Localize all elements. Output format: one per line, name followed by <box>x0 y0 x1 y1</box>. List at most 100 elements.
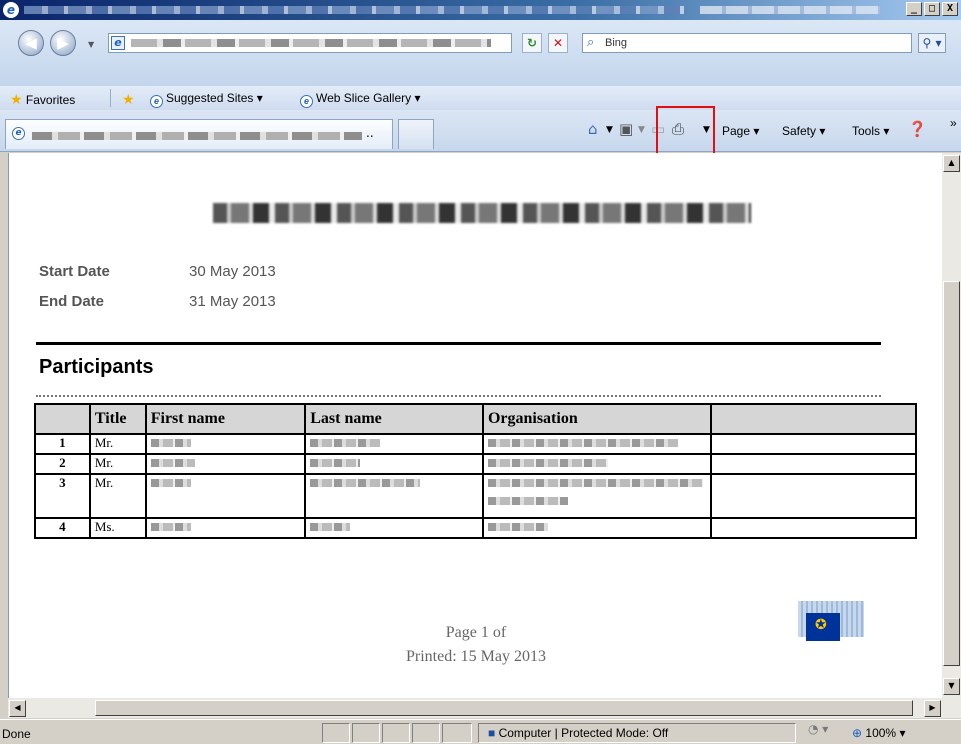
favorite-item-label: Suggested Sites ▾ <box>166 91 263 105</box>
divider <box>110 89 111 107</box>
section-title: Participants <box>39 356 154 378</box>
start-date-label: Start Date <box>39 263 110 280</box>
status-panel <box>322 723 350 743</box>
status-panel <box>412 723 440 743</box>
table-row: 3 Mr. <box>34 474 918 519</box>
feeds-icon[interactable]: ▣ <box>619 120 633 138</box>
row-title: Mr. <box>88 434 147 455</box>
favorites-label: Favorites <box>25 93 76 107</box>
favorites-star-icon: ★ <box>10 91 23 107</box>
minimize-button[interactable]: _ <box>906 2 922 16</box>
safety-menu[interactable]: Safety ▾ <box>782 124 825 138</box>
add-favorite-icon[interactable]: ★ <box>122 91 135 108</box>
page-menu[interactable]: Page ▾ <box>722 124 759 138</box>
favorite-item-web-slice-gallery[interactable]: e Web Slice Gallery ▾ <box>300 91 421 108</box>
last-name-redacted <box>304 454 484 475</box>
organisation-redacted <box>481 474 712 519</box>
search-placeholder: Bing <box>605 37 628 49</box>
url-redacted <box>131 39 491 47</box>
tab-ellipsis: .. <box>366 126 374 140</box>
search-icon: ⌕ <box>587 35 595 50</box>
vertical-scrollbar[interactable]: ▲ ▼ <box>942 153 961 698</box>
window-title-app-redacted <box>700 6 880 14</box>
zoom-icon: ⊕ <box>852 726 863 740</box>
ie-icon: e <box>12 127 25 140</box>
maximize-button[interactable]: □ <box>924 2 940 16</box>
scroll-right-icon[interactable]: ▶ <box>924 700 941 717</box>
address-toolbar: ◀ ▶ ▼ e ▼ ↻ ✕ ⌕ Bing ⚲ ▾ <box>0 20 961 86</box>
favorites-bar: ★ Favorites ★ e Suggested Sites ▾ e Web Sl… <box>0 86 961 110</box>
scroll-left-icon[interactable]: ◀ <box>9 700 26 717</box>
window-title-redacted <box>24 6 684 14</box>
table-row: 1 Mr. <box>34 434 918 455</box>
help-icon[interactable]: ❓ <box>908 120 927 138</box>
start-date-value: 30 May 2013 <box>189 263 276 280</box>
stop-icon[interactable]: ✕ <box>548 33 568 53</box>
scroll-down-icon[interactable]: ▼ <box>943 678 960 695</box>
status-panel <box>382 723 410 743</box>
participants-table: Title First name Last name Organisation … <box>34 403 918 539</box>
extra-cell <box>709 434 918 455</box>
close-button[interactable]: X <box>942 2 958 16</box>
table-row: 4 Ms. <box>34 518 918 539</box>
tab-active[interactable]: e .. <box>5 119 393 149</box>
section-divider <box>36 342 881 345</box>
end-date-label: End Date <box>39 293 105 310</box>
row-number: 3 <box>34 474 91 519</box>
address-input[interactable]: e ▼ <box>108 33 616 53</box>
history-dropdown-icon[interactable]: ▼ <box>88 40 94 49</box>
column-header-last-name: Last name <box>304 403 484 435</box>
organisation-redacted <box>481 454 712 475</box>
new-tab-button[interactable] <box>398 119 434 149</box>
forward-button[interactable]: ▶ <box>50 30 76 56</box>
ie-icon: e <box>300 95 313 108</box>
vertical-scroll-thumb[interactable] <box>943 281 960 666</box>
zoom-level[interactable]: ⊕ 100% ▾ <box>852 726 905 740</box>
tools-menu[interactable]: Tools ▾ <box>852 124 889 138</box>
status-panel <box>442 723 472 743</box>
last-name-redacted <box>304 518 484 539</box>
favorites-button[interactable]: ★ Favorites <box>10 91 75 108</box>
toolbar-overflow[interactable]: » <box>950 116 957 130</box>
last-name-redacted <box>304 434 484 455</box>
status-panel <box>478 723 796 743</box>
row-number: 2 <box>34 454 91 475</box>
row-number: 1 <box>34 434 91 455</box>
refresh-icon[interactable]: ↻ <box>522 33 542 53</box>
status-bar: Done ■ Computer | Protected Mode: Off ◔ … <box>0 719 961 744</box>
ie-icon: e <box>150 95 163 108</box>
table-row: 2 Mr. <box>34 454 918 475</box>
row-title: Mr. <box>88 474 147 519</box>
column-header-number <box>34 403 91 435</box>
zoom-value: 100% <box>865 726 897 740</box>
first-name-redacted <box>144 474 307 519</box>
column-header-title: Title <box>88 403 147 435</box>
horizontal-scrollbar[interactable]: ◀ ▶ <box>8 698 961 718</box>
home-icon[interactable]: ⌂ <box>588 120 598 138</box>
status-panel <box>352 723 380 743</box>
column-header-extra <box>709 403 918 435</box>
home-dropdown-icon[interactable]: ▼ <box>606 125 613 135</box>
european-commission-logo: ✪ <box>788 599 874 671</box>
dotted-divider <box>36 395 881 397</box>
end-date-value: 31 May 2013 <box>189 293 276 310</box>
extra-cell <box>709 518 918 539</box>
scroll-up-icon[interactable]: ▲ <box>943 155 960 172</box>
horizontal-scroll-thumb[interactable] <box>95 700 913 716</box>
column-header-first-name: First name <box>144 403 307 435</box>
search-button[interactable]: ⚲ ▾ <box>918 33 946 53</box>
column-header-organisation: Organisation <box>481 403 712 435</box>
search-input[interactable]: ⌕ Bing <box>582 33 912 53</box>
feeds-dropdown-icon[interactable]: ▼ <box>638 125 645 135</box>
tab-title-redacted <box>32 132 362 140</box>
protected-mode-icon[interactable]: ◔ ▾ <box>808 722 828 736</box>
back-button[interactable]: ◀ <box>18 30 44 56</box>
extra-cell <box>709 474 918 519</box>
favorite-item-suggested-sites[interactable]: e Suggested Sites ▾ <box>150 91 263 108</box>
ie-logo-icon: e <box>3 2 19 18</box>
favorite-item-label: Web Slice Gallery ▾ <box>316 91 421 105</box>
status-text: Done <box>2 727 31 741</box>
document-title-redacted <box>213 203 751 223</box>
last-name-redacted <box>304 474 484 519</box>
first-name-redacted <box>144 454 307 475</box>
